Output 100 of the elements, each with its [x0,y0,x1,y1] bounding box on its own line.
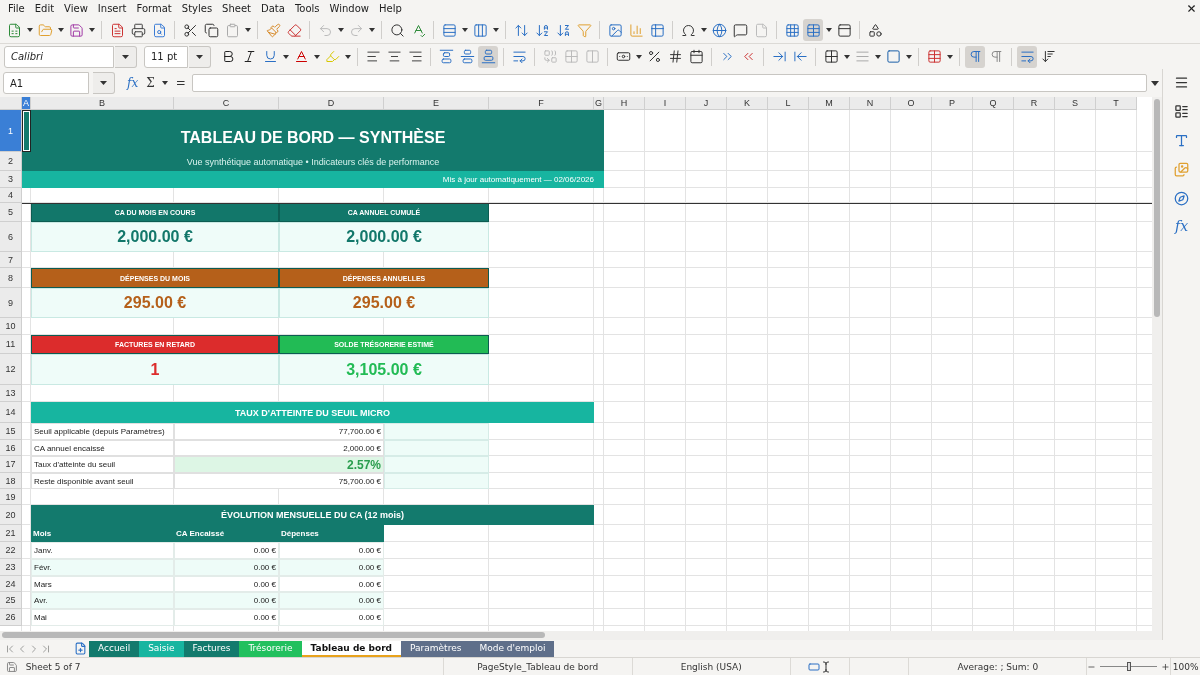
column-header[interactable]: D [279,97,384,110]
menu-item[interactable]: Insert [92,3,132,14]
column-header[interactable]: C [174,97,279,110]
first-sheet-icon[interactable] [4,642,16,655]
navigator-button[interactable] [1172,189,1191,208]
last-sheet-icon[interactable] [40,642,52,655]
row-header[interactable]: 18 [0,473,22,489]
row-header[interactable]: 20 [0,505,22,525]
selection-mode-icon[interactable] [807,660,820,673]
name-box-field[interactable]: A1 [3,72,89,94]
column-header[interactable]: F [489,97,594,110]
menu-item[interactable]: Styles [176,3,218,14]
row-header[interactable]: 3 [0,171,22,188]
close-icon[interactable] [1186,3,1197,14]
column-header[interactable]: K [727,97,768,110]
border-color-icon [885,49,901,64]
freeze-panes-button[interactable] [803,19,823,41]
sheet-tab[interactable]: Paramètres [401,640,471,657]
row-header[interactable]: 10 [0,318,22,335]
new-spreadsheet-icon [6,22,22,38]
column-header[interactable]: P [932,97,973,110]
menu-item[interactable]: Window [324,3,374,14]
row-header[interactable]: 15 [0,423,22,440]
row-header[interactable]: 21 [0,525,22,542]
sheet-tab[interactable]: Mode d'emploi [470,640,555,657]
rows-icon [441,22,457,38]
menu-item[interactable]: Help [374,3,407,14]
font-color-icon [293,49,309,64]
properties-button[interactable] [1172,102,1191,121]
caret-icon [700,28,707,32]
caret-icon[interactable] [1151,80,1159,86]
paste-icon [224,22,240,38]
menu-item[interactable]: Edit [29,3,60,14]
column-header[interactable]: N [850,97,891,110]
dropdown-button[interactable] [115,45,137,68]
formula-input-field[interactable] [191,74,1147,92]
row-header[interactable]: 26 [0,609,22,626]
column-header[interactable]: E [384,97,489,110]
menu-item[interactable]: File [3,3,30,14]
vertical-scrollbar[interactable] [1152,97,1162,631]
column-header[interactable]: O [891,97,932,110]
row-header[interactable]: 5 [0,203,22,222]
column-header[interactable]: S [1055,97,1096,110]
row-header[interactable]: 22 [0,542,22,559]
column-header[interactable]: H [604,97,645,110]
row-header[interactable]: 4 [0,188,22,203]
sheet-tab[interactable]: Accueil [89,640,140,657]
column-header[interactable]: J [686,97,727,110]
row-header[interactable]: 24 [0,576,22,592]
menu-item[interactable]: Data [256,3,290,14]
menu-item[interactable]: Tools [289,3,325,14]
currency-icon [615,49,631,64]
row-header[interactable]: 16 [0,440,22,456]
row-header[interactable]: 19 [0,489,22,505]
row-header[interactable]: 8 [0,268,22,288]
dropdown-button[interactable] [93,72,115,94]
freeze-panes-icon [805,22,821,38]
row-header[interactable]: 23 [0,559,22,576]
sheet-tab[interactable]: Tableau de bord [301,640,402,657]
zoom-in-icon[interactable] [1161,661,1171,672]
functions-button[interactable]: fx [1172,218,1191,234]
column-header[interactable]: L [768,97,809,110]
table-cell: 0.00 € [174,542,279,559]
row-header[interactable]: 6 [0,222,22,252]
function-wizard-button[interactable]: fx [125,76,141,90]
menu-item[interactable]: Sheet [217,3,257,14]
print-icon [130,22,146,38]
horizontal-text-button[interactable] [1017,45,1037,68]
row-header[interactable]: 13 [0,385,22,402]
table-cell: 0.00 € [279,576,384,592]
table-cell: Mars [31,576,174,592]
row-header[interactable]: 14 [0,402,22,423]
font-name-field[interactable]: Calibri [4,45,114,68]
row-header[interactable]: 9 [0,288,22,318]
horizontal-scrollbar[interactable] [0,631,1162,640]
row-header[interactable]: 2 [0,152,22,171]
row-header[interactable]: 12 [0,354,22,385]
menu-item[interactable]: View [59,3,93,14]
font-size-field[interactable]: 11 pt [144,45,188,68]
caret-icon [196,54,203,59]
sort-ascending-icon [534,22,550,38]
sum-button[interactable]: Σ [144,76,157,90]
row-header[interactable]: 1 [0,110,22,152]
sheet-tab[interactable]: Factures [183,640,240,657]
column-header[interactable]: B [31,97,174,110]
autofilter-icon [576,22,592,38]
row-header[interactable]: 7 [0,252,22,268]
row-header[interactable]: 17 [0,456,22,473]
dropdown-button[interactable] [189,45,211,68]
menu-item[interactable]: Format [131,3,177,14]
formula-button[interactable]: = [173,76,188,90]
table-cell: 2.57% [174,456,384,473]
column-header[interactable]: I [645,97,686,110]
column-header[interactable]: T [1096,97,1137,110]
row-header[interactable]: 11 [0,335,22,354]
row-header[interactable]: 25 [0,592,22,609]
left-to-right-button[interactable] [965,45,985,68]
column-header[interactable]: R [1014,97,1055,110]
column-header[interactable]: M [809,97,850,110]
column-header[interactable]: Q [973,97,1014,110]
